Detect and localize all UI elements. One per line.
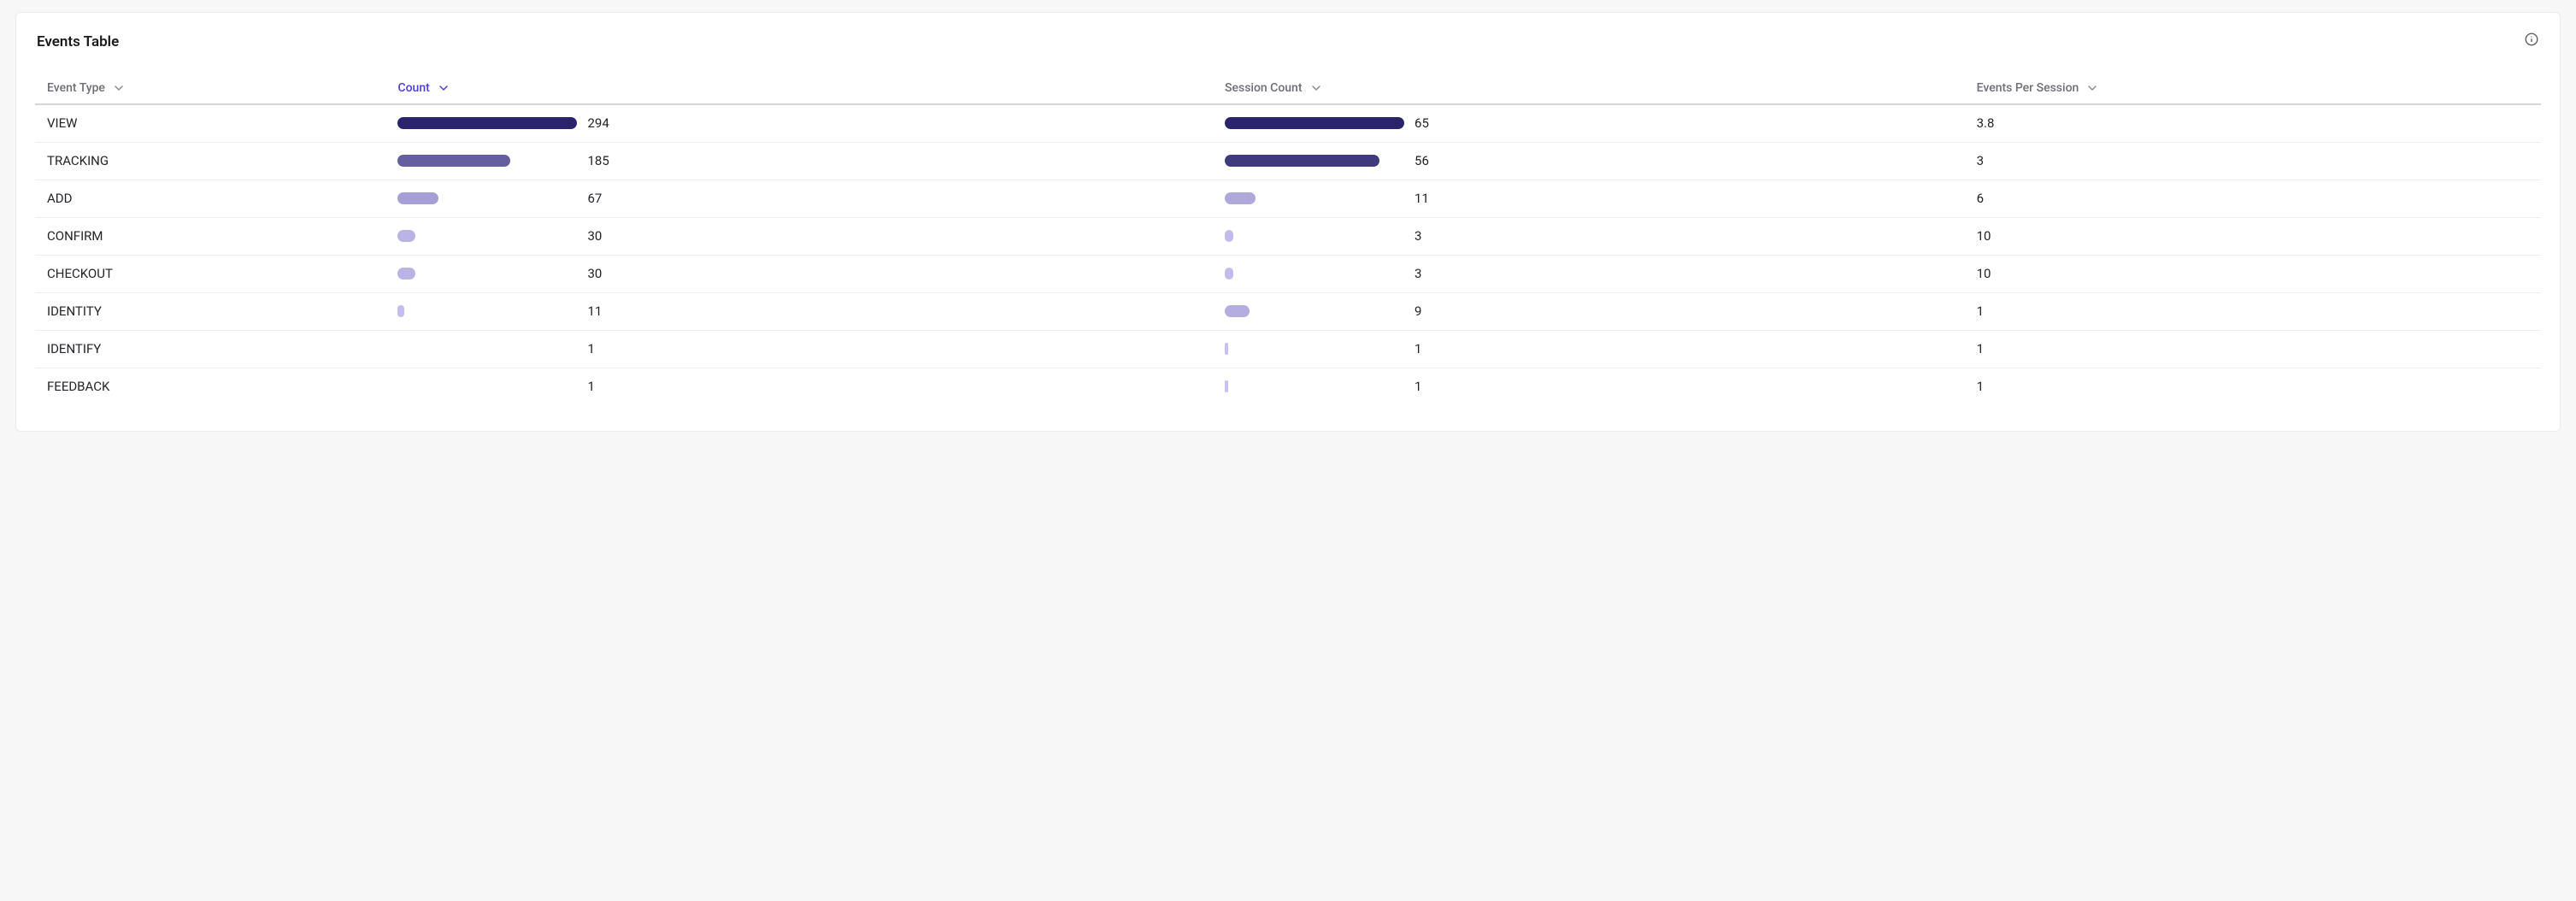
cell-events-per-session: 1: [1965, 292, 2541, 330]
count-value: 1: [587, 341, 594, 356]
count-value: 30: [587, 266, 602, 281]
cell-count: 11: [385, 292, 1213, 330]
count-bar: [397, 155, 577, 167]
cell-session-count: 1: [1213, 368, 1965, 405]
cell-count: 67: [385, 180, 1213, 217]
cell-events-per-session: 10: [1965, 255, 2541, 292]
events-table: Event Type Count: [35, 73, 2541, 405]
session-count-value: 65: [1414, 115, 1429, 131]
chevron-down-icon: [114, 83, 124, 93]
count-bar: [397, 380, 577, 392]
count-bar: [397, 305, 577, 317]
session-count-value: 3: [1414, 228, 1421, 244]
cell-count: 30: [385, 217, 1213, 255]
cell-session-count: 11: [1213, 180, 1965, 217]
session-count-value: 9: [1414, 303, 1421, 319]
events-table-card: Events Table Event Type: [15, 12, 2561, 432]
count-value: 67: [587, 191, 602, 206]
cell-events-per-session: 3.8: [1965, 104, 2541, 142]
cell-event-type: IDENTIFY: [35, 330, 385, 368]
cell-event-type: CHECKOUT: [35, 255, 385, 292]
table-row: CHECKOUT 30 3 10: [35, 255, 2541, 292]
count-value: 1: [587, 379, 594, 394]
count-bar: [397, 343, 577, 355]
chevron-down-icon: [2087, 83, 2097, 93]
table-row: CONFIRM 30 3 10: [35, 217, 2541, 255]
col-header-event-type[interactable]: Event Type: [35, 73, 385, 104]
col-header-label: Session Count: [1225, 81, 1303, 95]
info-icon[interactable]: [2524, 32, 2539, 47]
col-header-count[interactable]: Count: [385, 73, 1213, 104]
cell-session-count: 3: [1213, 217, 1965, 255]
table-header-row: Event Type Count: [35, 73, 2541, 104]
table-row: IDENTIFY 1 1 1: [35, 330, 2541, 368]
count-value: 30: [587, 228, 602, 244]
session-count-value: 1: [1414, 379, 1421, 394]
table-row: VIEW 294 65 3.8: [35, 104, 2541, 142]
cell-events-per-session: 3: [1965, 142, 2541, 180]
session-count-value: 1: [1414, 341, 1421, 356]
session-count-bar: [1225, 343, 1404, 355]
cell-events-per-session: 1: [1965, 368, 2541, 405]
session-count-bar: [1225, 230, 1404, 242]
table-row: IDENTITY 11 9 1: [35, 292, 2541, 330]
cell-event-type: IDENTITY: [35, 292, 385, 330]
chevron-down-icon: [438, 83, 449, 93]
session-count-bar: [1225, 305, 1404, 317]
cell-count: 185: [385, 142, 1213, 180]
cell-session-count: 1: [1213, 330, 1965, 368]
count-bar: [397, 192, 577, 204]
cell-event-type: VIEW: [35, 104, 385, 142]
session-count-bar: [1225, 192, 1404, 204]
table-row: FEEDBACK 1 1 1: [35, 368, 2541, 405]
cell-session-count: 56: [1213, 142, 1965, 180]
session-count-bar: [1225, 117, 1404, 129]
card-title: Events Table: [37, 33, 2541, 50]
count-bar: [397, 230, 577, 242]
cell-events-per-session: 6: [1965, 180, 2541, 217]
chevron-down-icon: [1311, 83, 1321, 93]
cell-count: 1: [385, 368, 1213, 405]
session-count-bar: [1225, 155, 1404, 167]
col-header-session-count[interactable]: Session Count: [1213, 73, 1965, 104]
cell-count: 294: [385, 104, 1213, 142]
cell-session-count: 65: [1213, 104, 1965, 142]
session-count-bar: [1225, 380, 1404, 392]
count-value: 185: [587, 153, 609, 168]
table-row: TRACKING 185 56 3: [35, 142, 2541, 180]
count-value: 294: [587, 115, 609, 131]
col-header-label: Count: [397, 81, 429, 95]
count-bar: [397, 268, 577, 280]
table-row: ADD 67 11 6: [35, 180, 2541, 217]
cell-event-type: FEEDBACK: [35, 368, 385, 405]
count-bar: [397, 117, 577, 129]
col-header-label: Events Per Session: [1977, 81, 2079, 95]
cell-events-per-session: 10: [1965, 217, 2541, 255]
cell-events-per-session: 1: [1965, 330, 2541, 368]
cell-session-count: 9: [1213, 292, 1965, 330]
cell-event-type: CONFIRM: [35, 217, 385, 255]
session-count-value: 56: [1414, 153, 1429, 168]
cell-session-count: 3: [1213, 255, 1965, 292]
count-value: 11: [587, 303, 602, 319]
col-header-events-per-session[interactable]: Events Per Session: [1965, 73, 2541, 104]
col-header-label: Event Type: [47, 81, 105, 95]
session-count-bar: [1225, 268, 1404, 280]
cell-count: 30: [385, 255, 1213, 292]
cell-event-type: ADD: [35, 180, 385, 217]
session-count-value: 11: [1414, 191, 1429, 206]
cell-count: 1: [385, 330, 1213, 368]
session-count-value: 3: [1414, 266, 1421, 281]
cell-event-type: TRACKING: [35, 142, 385, 180]
